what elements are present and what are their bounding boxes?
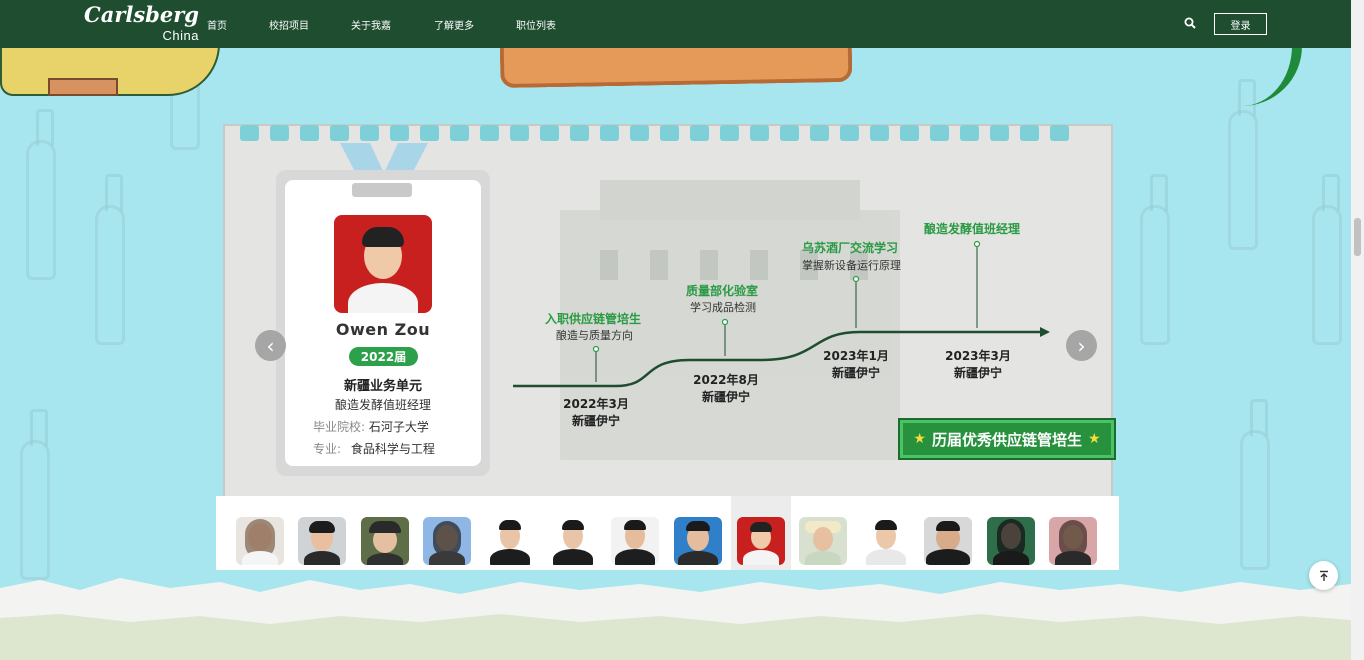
brand-wordmark: Carlsberg — [84, 2, 199, 27]
trainee-thumbnail[interactable] — [549, 517, 597, 565]
milestone-2-date: 2022年8月 新疆伊宁 — [686, 372, 766, 406]
carlsberg-logo[interactable]: Carlsberg China — [84, 4, 199, 46]
nav-learn-more[interactable]: 了解更多 — [434, 17, 474, 32]
past-trainees-label: 历届优秀供应链管培生 — [931, 430, 1082, 449]
milestone-1-date-text: 2022年3月 — [563, 397, 629, 411]
milestone-3-sub: 掌握新设备运行原理 — [802, 259, 901, 272]
trainee-thumbnail[interactable] — [486, 517, 534, 565]
back-to-top-button[interactable] — [1309, 561, 1338, 590]
milestone-4-date: 2023年3月 新疆伊宁 — [938, 348, 1018, 382]
trainee-thumbnail[interactable] — [799, 517, 847, 565]
trainee-thumbnail-strip — [216, 496, 1119, 570]
milestone-4-place: 新疆伊宁 — [953, 366, 1002, 380]
nav-job-list[interactable]: 职位列表 — [516, 17, 556, 32]
page-scrollbar[interactable] — [1351, 0, 1364, 660]
torn-paper-edge — [0, 578, 1351, 660]
login-button[interactable]: 登录 — [1214, 13, 1267, 35]
trainee-thumbnail[interactable] — [298, 517, 346, 565]
milestone-2-date-text: 2022年8月 — [693, 373, 759, 387]
trainee-thumbnail[interactable] — [987, 517, 1035, 565]
milestone-2-sub: 学习成品检测 — [690, 301, 756, 314]
star-icon: ★ — [1088, 431, 1101, 447]
arrow-up-icon — [1319, 570, 1328, 581]
nav-about-us[interactable]: 关于我嘉 — [351, 17, 391, 32]
milestone-2-title: 质量部化验室 — [686, 284, 759, 298]
brand-sub: China — [162, 28, 199, 43]
nav-home[interactable]: 首页 — [207, 17, 227, 32]
trainee-thumbnail[interactable] — [924, 517, 972, 565]
milestone-1-title: 入职供应链管培生 — [545, 312, 642, 326]
milestone-1-sub: 酿造与质量方向 — [556, 329, 633, 342]
milestone-4-date-text: 2023年3月 — [945, 349, 1011, 363]
trainee-thumbnail-selected[interactable] — [737, 517, 785, 565]
trainee-thumbnail[interactable] — [236, 517, 284, 565]
search-icon[interactable] — [1184, 17, 1196, 29]
milestone-3-date-text: 2023年1月 — [823, 349, 889, 363]
past-trainees-button[interactable]: ★ 历届优秀供应链管培生 ★ — [898, 418, 1116, 460]
scrollbar-thumb[interactable] — [1354, 218, 1361, 256]
trainee-thumbnail[interactable] — [361, 517, 409, 565]
milestone-1-place: 新疆伊宁 — [571, 414, 620, 428]
milestone-2-place: 新疆伊宁 — [701, 390, 750, 404]
milestone-3-place: 新疆伊宁 — [831, 366, 880, 380]
milestone-4-title: 酿造发酵值班经理 — [924, 222, 1021, 236]
trainee-thumbnail[interactable] — [423, 517, 471, 565]
milestone-3-title: 乌苏酒厂交流学习 — [802, 241, 899, 255]
milestone-3-date: 2023年1月 新疆伊宁 — [816, 348, 896, 382]
trainee-thumbnail[interactable] — [862, 517, 910, 565]
nav-campus-program[interactable]: 校招项目 — [269, 17, 309, 32]
milestone-1-date: 2022年3月 新疆伊宁 — [556, 396, 636, 430]
star-icon: ★ — [913, 431, 926, 447]
trainee-thumbnail[interactable] — [674, 517, 722, 565]
trainee-thumbnail[interactable] — [611, 517, 659, 565]
trainee-thumbnail[interactable] — [1049, 517, 1097, 565]
top-navbar: Carlsberg China 首页 校招项目 关于我嘉 了解更多 职位列表 登… — [0, 0, 1351, 48]
